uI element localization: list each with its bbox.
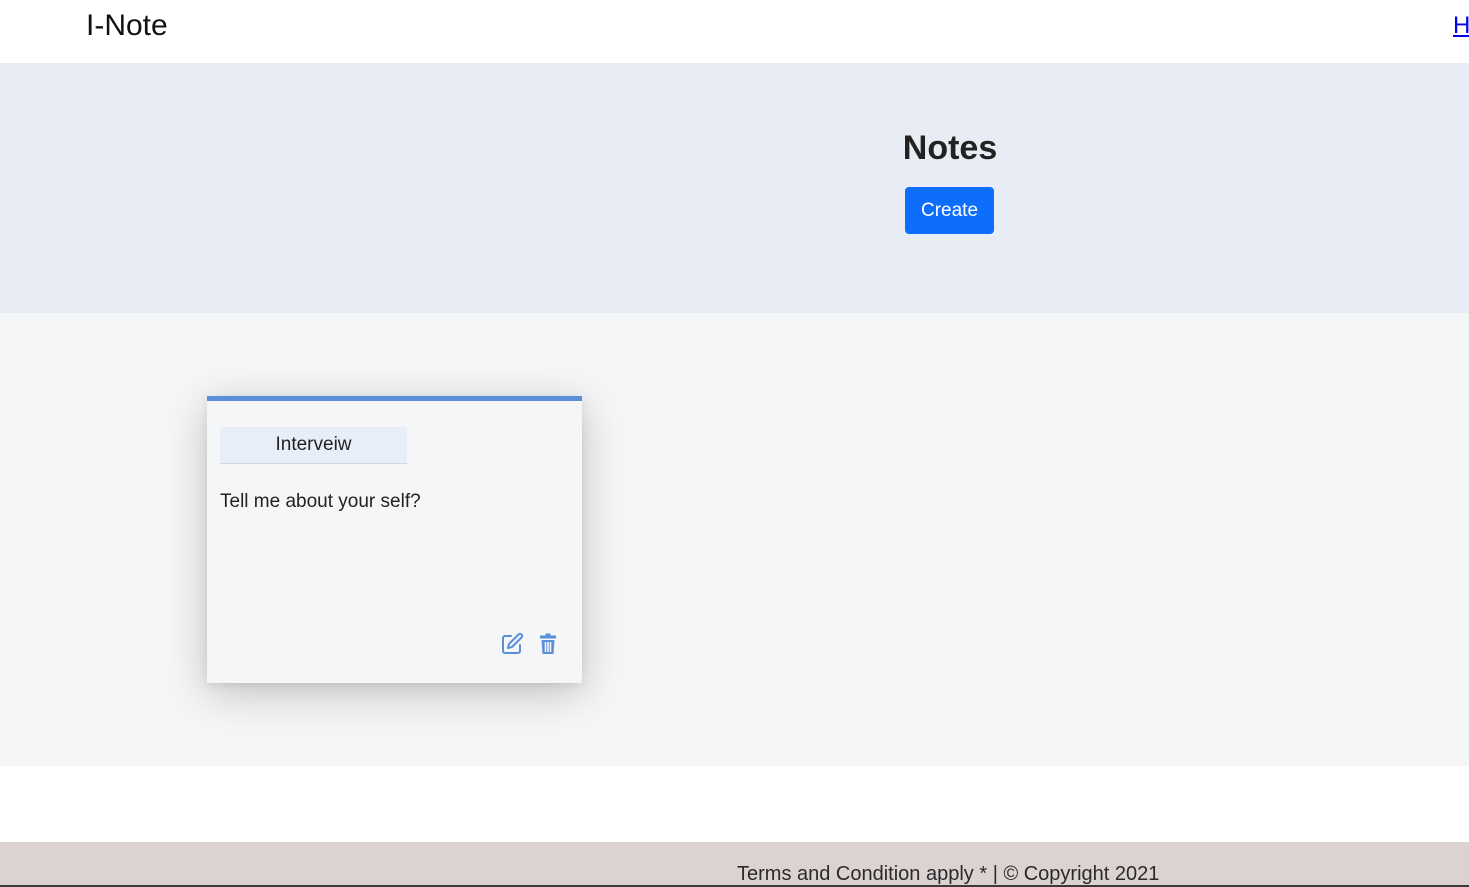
brand-logo[interactable]: I-Note [86,7,168,45]
nav-link-home[interactable]: H [1453,10,1469,42]
footer-copyright: Terms and Condition apply * | © Copyrigh… [737,863,1160,885]
navbar: I-Note H [0,0,1469,63]
footer: Terms and Condition apply * | © Copyrigh… [0,842,1469,887]
create-note-button[interactable]: Create [905,187,994,234]
note-card: Interveiw Tell me about your self? [207,396,582,683]
notes-list: Interveiw Tell me about your self? [0,313,1469,766]
edit-icon[interactable] [500,632,524,656]
page: I-Note H Notes Create Interveiw Tell me … [0,0,1469,887]
hero-banner: Notes Create [0,63,1469,313]
page-title: Notes [902,129,998,167]
note-actions [500,632,560,656]
trash-icon[interactable] [536,632,560,656]
note-body-text[interactable]: Tell me about your self? [220,489,560,515]
note-title-field[interactable]: Interveiw [220,427,407,464]
